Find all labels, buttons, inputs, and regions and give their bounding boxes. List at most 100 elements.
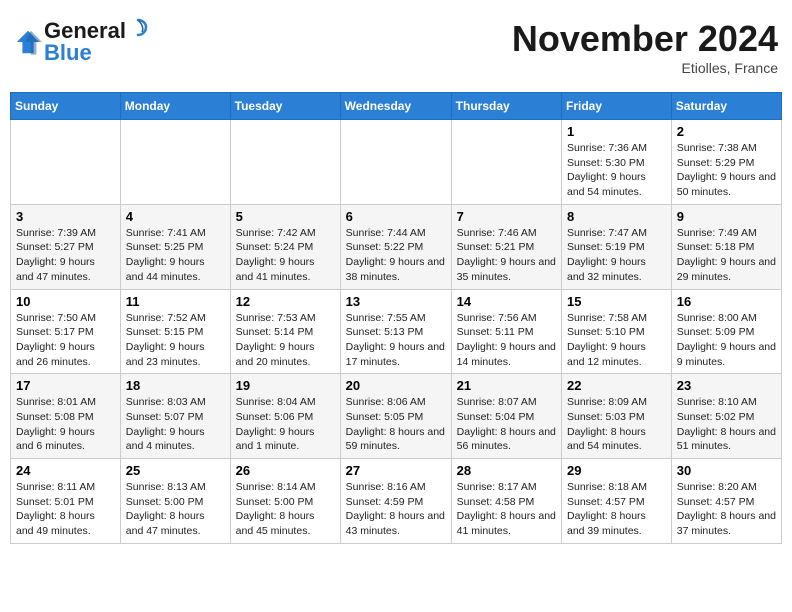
day-number: 13	[346, 294, 446, 309]
day-info: Sunrise: 7:46 AM Sunset: 5:21 PM Dayligh…	[457, 226, 556, 285]
day-number: 12	[236, 294, 335, 309]
day-number: 22	[567, 378, 666, 393]
location: Etiolles, France	[512, 60, 778, 76]
calendar-week-row: 10 Sunrise: 7:50 AM Sunset: 5:17 PM Dayli…	[11, 289, 782, 374]
day-number: 2	[677, 124, 776, 139]
calendar-week-row: 17 Sunrise: 8:01 AM Sunset: 5:08 PM Dayli…	[11, 374, 782, 459]
calendar-header-row: SundayMondayTuesdayWednesdayThursdayFrid…	[11, 93, 782, 120]
day-info: Sunrise: 7:47 AM Sunset: 5:19 PM Dayligh…	[567, 226, 666, 285]
day-number: 14	[457, 294, 556, 309]
logo: General Blue	[14, 18, 148, 66]
calendar-cell: 7 Sunrise: 7:46 AM Sunset: 5:21 PM Daylig…	[451, 204, 561, 289]
weekday-header-wednesday: Wednesday	[340, 93, 451, 120]
day-info: Sunrise: 8:10 AM Sunset: 5:02 PM Dayligh…	[677, 395, 776, 454]
day-info: Sunrise: 8:14 AM Sunset: 5:00 PM Dayligh…	[236, 480, 335, 539]
calendar-cell: 1 Sunrise: 7:36 AM Sunset: 5:30 PM Daylig…	[562, 120, 672, 205]
logo-bird-icon	[128, 18, 148, 38]
day-number: 1	[567, 124, 666, 139]
day-info: Sunrise: 8:20 AM Sunset: 4:57 PM Dayligh…	[677, 480, 776, 539]
day-number: 5	[236, 209, 335, 224]
calendar-week-row: 3Sunrise: 7:39 AM Sunset: 5:27 PM Daylig…	[11, 204, 782, 289]
day-info: Sunrise: 7:44 AM Sunset: 5:22 PM Dayligh…	[346, 226, 446, 285]
calendar-cell: 5Sunrise: 7:42 AM Sunset: 5:24 PM Daylig…	[230, 204, 340, 289]
calendar-cell: 25Sunrise: 8:13 AM Sunset: 5:00 PM Dayli…	[120, 459, 230, 544]
day-info: Sunrise: 7:55 AM Sunset: 5:13 PM Dayligh…	[346, 311, 446, 370]
day-number: 8	[567, 209, 666, 224]
calendar-week-row: 1 Sunrise: 7:36 AM Sunset: 5:30 PM Daylig…	[11, 120, 782, 205]
calendar-cell: 23 Sunrise: 8:10 AM Sunset: 5:02 PM Dayli…	[671, 374, 781, 459]
weekday-header-sunday: Sunday	[11, 93, 121, 120]
day-number: 15	[567, 294, 666, 309]
day-number: 10	[16, 294, 115, 309]
calendar-cell: 29Sunrise: 8:18 AM Sunset: 4:57 PM Dayli…	[562, 459, 672, 544]
calendar-table: SundayMondayTuesdayWednesdayThursdayFrid…	[10, 92, 782, 544]
day-info: Sunrise: 7:53 AM Sunset: 5:14 PM Dayligh…	[236, 311, 335, 370]
calendar-cell: 14 Sunrise: 7:56 AM Sunset: 5:11 PM Dayli…	[451, 289, 561, 374]
day-number: 24	[16, 463, 115, 478]
calendar-cell: 24 Sunrise: 8:11 AM Sunset: 5:01 PM Dayli…	[11, 459, 121, 544]
weekday-header-monday: Monday	[120, 93, 230, 120]
calendar-cell: 4 Sunrise: 7:41 AM Sunset: 5:25 PM Daylig…	[120, 204, 230, 289]
day-info: Sunrise: 7:58 AM Sunset: 5:10 PM Dayligh…	[567, 311, 666, 370]
day-number: 30	[677, 463, 776, 478]
day-info: Sunrise: 8:17 AM Sunset: 4:58 PM Dayligh…	[457, 480, 556, 539]
day-info: Sunrise: 8:01 AM Sunset: 5:08 PM Dayligh…	[16, 395, 115, 454]
calendar-cell: 18Sunrise: 8:03 AM Sunset: 5:07 PM Dayli…	[120, 374, 230, 459]
day-info: Sunrise: 8:07 AM Sunset: 5:04 PM Dayligh…	[457, 395, 556, 454]
day-number: 21	[457, 378, 556, 393]
day-info: Sunrise: 7:49 AM Sunset: 5:18 PM Dayligh…	[677, 226, 776, 285]
day-info: Sunrise: 8:11 AM Sunset: 5:01 PM Dayligh…	[16, 480, 115, 539]
day-info: Sunrise: 7:38 AM Sunset: 5:29 PM Dayligh…	[677, 141, 776, 200]
day-number: 7	[457, 209, 556, 224]
day-number: 9	[677, 209, 776, 224]
day-number: 11	[126, 294, 225, 309]
calendar-cell: 17 Sunrise: 8:01 AM Sunset: 5:08 PM Dayli…	[11, 374, 121, 459]
day-number: 6	[346, 209, 446, 224]
calendar-cell	[11, 120, 121, 205]
calendar-cell: 26 Sunrise: 8:14 AM Sunset: 5:00 PM Dayli…	[230, 459, 340, 544]
day-info: Sunrise: 8:06 AM Sunset: 5:05 PM Dayligh…	[346, 395, 446, 454]
calendar-cell	[230, 120, 340, 205]
day-number: 28	[457, 463, 556, 478]
calendar-week-row: 24 Sunrise: 8:11 AM Sunset: 5:01 PM Dayli…	[11, 459, 782, 544]
calendar-cell: 16Sunrise: 8:00 AM Sunset: 5:09 PM Dayli…	[671, 289, 781, 374]
day-info: Sunrise: 7:50 AM Sunset: 5:17 PM Dayligh…	[16, 311, 115, 370]
calendar-cell: 2 Sunrise: 7:38 AM Sunset: 5:29 PM Daylig…	[671, 120, 781, 205]
day-number: 27	[346, 463, 446, 478]
calendar-cell	[340, 120, 451, 205]
day-number: 4	[126, 209, 225, 224]
calendar-cell: 6 Sunrise: 7:44 AM Sunset: 5:22 PM Daylig…	[340, 204, 451, 289]
page-header: General Blue November 2024 Etiolles, Fra…	[10, 10, 782, 84]
logo-icon	[14, 28, 42, 56]
day-number: 23	[677, 378, 776, 393]
day-number: 20	[346, 378, 446, 393]
day-info: Sunrise: 8:13 AM Sunset: 5:00 PM Dayligh…	[126, 480, 225, 539]
calendar-cell: 30 Sunrise: 8:20 AM Sunset: 4:57 PM Dayli…	[671, 459, 781, 544]
calendar-cell	[120, 120, 230, 205]
day-info: Sunrise: 7:56 AM Sunset: 5:11 PM Dayligh…	[457, 311, 556, 370]
day-number: 29	[567, 463, 666, 478]
day-info: Sunrise: 8:16 AM Sunset: 4:59 PM Dayligh…	[346, 480, 446, 539]
day-info: Sunrise: 7:36 AM Sunset: 5:30 PM Dayligh…	[567, 141, 666, 200]
weekday-header-saturday: Saturday	[671, 93, 781, 120]
calendar-cell: 15 Sunrise: 7:58 AM Sunset: 5:10 PM Dayli…	[562, 289, 672, 374]
weekday-header-friday: Friday	[562, 93, 672, 120]
day-number: 17	[16, 378, 115, 393]
day-info: Sunrise: 8:03 AM Sunset: 5:07 PM Dayligh…	[126, 395, 225, 454]
calendar-cell: 11 Sunrise: 7:52 AM Sunset: 5:15 PM Dayli…	[120, 289, 230, 374]
weekday-header-thursday: Thursday	[451, 93, 561, 120]
calendar-cell: 9 Sunrise: 7:49 AM Sunset: 5:18 PM Daylig…	[671, 204, 781, 289]
day-info: Sunrise: 8:09 AM Sunset: 5:03 PM Dayligh…	[567, 395, 666, 454]
calendar-cell	[451, 120, 561, 205]
calendar-cell: 10 Sunrise: 7:50 AM Sunset: 5:17 PM Dayli…	[11, 289, 121, 374]
calendar-cell: 3Sunrise: 7:39 AM Sunset: 5:27 PM Daylig…	[11, 204, 121, 289]
weekday-header-tuesday: Tuesday	[230, 93, 340, 120]
day-info: Sunrise: 7:41 AM Sunset: 5:25 PM Dayligh…	[126, 226, 225, 285]
day-number: 26	[236, 463, 335, 478]
day-info: Sunrise: 7:52 AM Sunset: 5:15 PM Dayligh…	[126, 311, 225, 370]
calendar-cell: 20 Sunrise: 8:06 AM Sunset: 5:05 PM Dayli…	[340, 374, 451, 459]
day-number: 16	[677, 294, 776, 309]
calendar-cell: 19Sunrise: 8:04 AM Sunset: 5:06 PM Dayli…	[230, 374, 340, 459]
calendar-cell: 8 Sunrise: 7:47 AM Sunset: 5:19 PM Daylig…	[562, 204, 672, 289]
calendar-cell: 22 Sunrise: 8:09 AM Sunset: 5:03 PM Dayli…	[562, 374, 672, 459]
